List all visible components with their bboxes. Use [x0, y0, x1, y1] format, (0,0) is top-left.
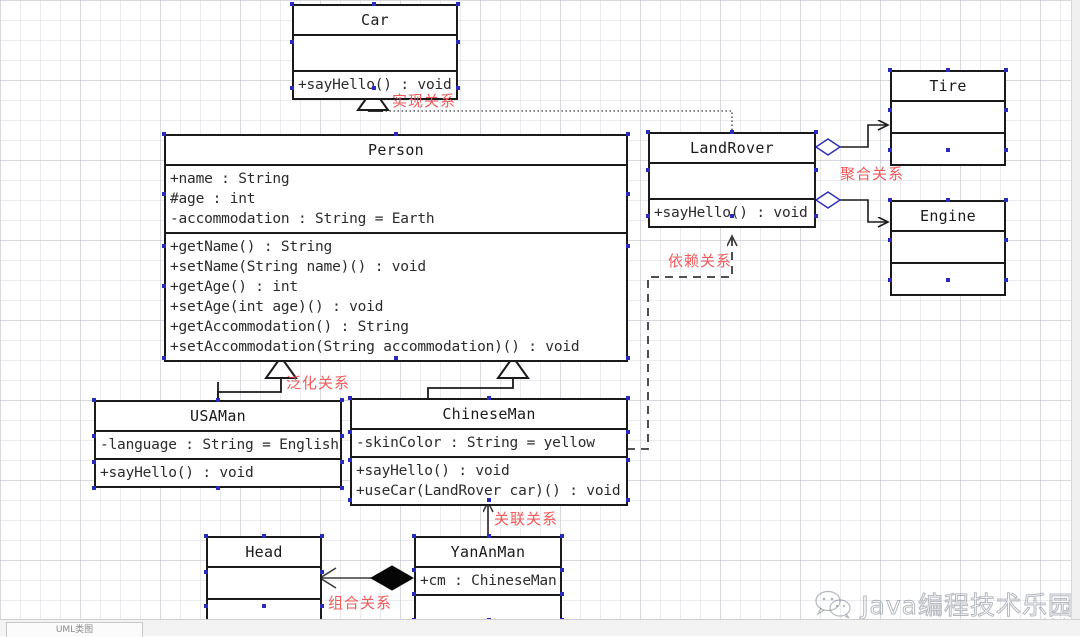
class-title-yananman: YanAnMan — [450, 543, 526, 561]
class-member: +getName() : String — [170, 239, 333, 255]
class-member: -language : String = English — [100, 437, 339, 453]
class-member: +setAccommodation(String accommodation)(… — [170, 339, 580, 355]
scrollbar-vertical[interactable] — [1071, 0, 1080, 636]
class-member: +setAge(int age)() : void — [170, 299, 384, 315]
edge-aggregation-engine — [814, 191, 888, 222]
edge-generalization-chineseman — [427, 355, 530, 400]
attributes-compartment-usaman: -language : String = English — [96, 432, 340, 458]
class-member: +setName(String name)() : void — [170, 259, 426, 275]
attributes-compartment-yananman: +cm : ChineseMan — [416, 568, 560, 594]
relation-label-generalization: 泛化关系 — [286, 374, 351, 392]
class-member: +getAccommodation() : String — [170, 319, 409, 335]
relation-label-composition: 组合关系 — [328, 594, 393, 612]
sheet-tab[interactable]: UML类图 — [6, 622, 143, 637]
uml-class-usaman[interactable]: USAMan -language : String = English +say… — [94, 400, 342, 488]
uml-class-head[interactable]: Head — [206, 536, 322, 632]
class-member: -accommodation : String = Earth — [170, 211, 435, 227]
class-title-engine: Engine — [920, 207, 976, 225]
edge-aggregation-tire — [814, 125, 888, 156]
attributes-compartment-tire — [892, 102, 1004, 132]
attributes-compartment-chineseman: -skinColor : String = yellow — [352, 430, 626, 456]
class-member: +name : String — [170, 171, 290, 187]
edge-composition — [318, 565, 415, 591]
attributes-compartment-landrover — [650, 164, 814, 198]
methods-compartment-usaman: +sayHello() : void — [96, 460, 340, 486]
class-member: +sayHello() : void — [356, 463, 510, 479]
watermark: Java编程技术乐园 — [813, 586, 1074, 622]
wechat-icon — [815, 590, 851, 619]
uml-class-yananman[interactable]: YanAnMan +cm : ChineseMan — [414, 536, 562, 628]
attributes-compartment-engine — [892, 232, 1004, 262]
edge-generalization-usaman — [217, 355, 298, 400]
diagram-canvas[interactable]: Car +sayHello() : void Person +name : St… — [0, 0, 1080, 637]
attributes-compartment-car — [294, 36, 456, 70]
class-member: +cm : ChineseMan — [420, 573, 557, 589]
class-title-car: Car — [361, 11, 389, 29]
class-member: #age : int — [170, 191, 256, 207]
methods-compartment-landrover: +sayHello() : void — [650, 200, 814, 226]
class-title-tire: Tire — [929, 77, 967, 95]
relation-label-dependency: 依赖关系 — [668, 252, 733, 270]
class-member: +sayHello() : void — [100, 465, 254, 481]
uml-class-chineseman[interactable]: ChineseMan -skinColor : String = yellow … — [350, 398, 628, 506]
class-member: -skinColor : String = yellow — [356, 435, 595, 451]
relation-label-association: 关联关系 — [494, 510, 559, 528]
class-title-chineseman: ChineseMan — [442, 405, 536, 423]
class-member: +sayHello() : void — [654, 205, 808, 221]
methods-compartment-person: +getName() : String +setName(String name… — [166, 234, 626, 360]
status-bar[interactable]: UML类图 — [0, 619, 1080, 637]
attributes-compartment-head — [208, 568, 320, 598]
uml-class-person[interactable]: Person +name : String #age : int -accomm… — [164, 134, 628, 362]
class-title-person: Person — [368, 141, 424, 159]
class-title-head: Head — [245, 543, 283, 561]
relation-label-realization: 实现关系 — [392, 92, 457, 110]
attributes-compartment-person: +name : String #age : int -accommodation… — [166, 166, 626, 232]
class-title-usaman: USAMan — [190, 407, 246, 425]
relation-label-aggregation: 聚合关系 — [840, 165, 905, 183]
class-title-landrover: LandRover — [690, 139, 774, 157]
class-member: +getAge() : int — [170, 279, 298, 295]
watermark-account: Java编程技术乐园 — [861, 591, 1074, 621]
